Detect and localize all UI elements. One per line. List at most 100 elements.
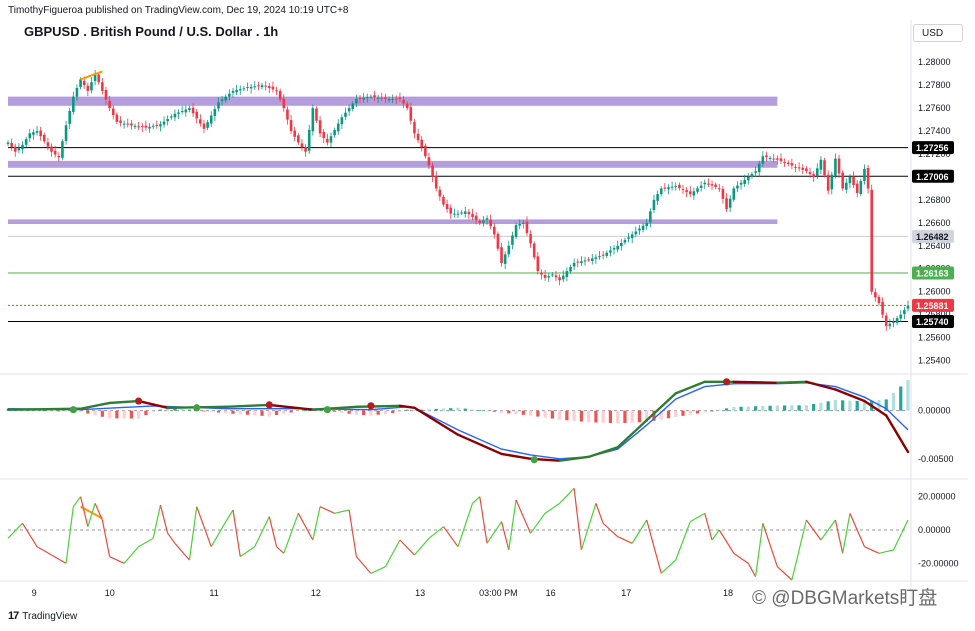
signal-line-segment (732, 380, 779, 384)
watermark: © @DBGMarkets盯盘 (752, 588, 938, 609)
macd-histogram-bar (558, 410, 562, 420)
macd-histogram-bar (703, 410, 707, 413)
candle-body (474, 215, 478, 220)
candle-body (53, 150, 57, 155)
macd-histogram-bar (398, 410, 402, 413)
crossover-marker (135, 397, 143, 405)
candle-body (395, 98, 398, 100)
candle-body (540, 272, 543, 275)
candle-body (823, 160, 826, 176)
candle-body (61, 141, 64, 158)
macd-histogram-bar (594, 410, 598, 423)
macd-tick-label: 0.00000 (918, 406, 951, 416)
candle-body (119, 120, 122, 123)
candle-body (699, 185, 703, 188)
candle-body (667, 187, 670, 190)
macd-histogram-bar (391, 410, 395, 414)
macd-histogram-bar (630, 410, 634, 423)
candle-body (64, 125, 68, 141)
crossover-marker (367, 402, 375, 410)
oscillator-tick-label: -20.00000 (918, 558, 959, 568)
supply-demand-zone (8, 219, 778, 224)
candle-body (326, 138, 329, 143)
macd-histogram-bar (724, 408, 729, 411)
candle-body (561, 275, 565, 280)
candle-body (209, 115, 213, 124)
candle-body (10, 142, 13, 148)
candle-body (180, 110, 184, 112)
candle-body (776, 158, 779, 160)
price-tick-label: 1.27400 (918, 126, 951, 136)
candle-body (492, 226, 496, 235)
time-tick-label: 11 (209, 588, 218, 598)
macd-histogram-bar (93, 410, 97, 416)
macd-histogram-bar (855, 400, 859, 411)
candle-body (206, 122, 209, 128)
candle-body (634, 231, 638, 235)
macd-histogram-bar (492, 410, 496, 412)
candle-body (297, 135, 300, 143)
candle-body (79, 79, 82, 88)
oscillator-line-segment (472, 496, 481, 504)
macd-histogram-bar (812, 403, 816, 411)
candle-body (681, 189, 685, 191)
candle-body (590, 258, 594, 261)
oscillator-line-segment (776, 566, 793, 581)
candle-body (416, 133, 420, 141)
candle-body (554, 275, 558, 278)
macd-histogram-bar (499, 410, 504, 413)
candle-body (870, 189, 874, 292)
candle-body (616, 245, 619, 250)
oscillator-line-segment (348, 509, 357, 557)
candle-body (547, 276, 551, 278)
candle-body (772, 158, 776, 160)
macd-histogram-bar (354, 410, 358, 415)
candle-body (514, 225, 518, 237)
candle-body (362, 97, 365, 100)
candle-body (652, 199, 656, 210)
candle-body (797, 167, 801, 169)
macd-histogram-bar (202, 410, 206, 412)
candle-body (725, 198, 728, 210)
macd-histogram-bar (891, 392, 896, 411)
candle-body (895, 318, 899, 323)
candle-body (877, 296, 881, 304)
oscillator-line-segment (878, 549, 894, 554)
candle-body (460, 212, 463, 214)
macd-histogram-bar (434, 408, 438, 411)
macd-histogram-bar (405, 409, 409, 411)
macd-histogram-bar (768, 405, 772, 411)
candle-body (431, 165, 434, 177)
candle-body (837, 158, 841, 174)
candle-body (253, 86, 257, 88)
signal-line-segment (616, 419, 648, 449)
oscillator-line-segment (660, 559, 677, 574)
candle-body (238, 89, 242, 91)
candle-body (522, 222, 525, 224)
tradingview-brand[interactable]: 17 TradingView (8, 610, 77, 622)
candle-body (485, 218, 489, 220)
candle-body (866, 167, 870, 189)
oscillator-line-segment (675, 521, 691, 561)
candle-body (151, 125, 155, 127)
candle-body (166, 119, 169, 122)
candle-body (318, 120, 322, 134)
macd-histogram-bar (717, 409, 721, 411)
candle-body (213, 108, 217, 117)
candle-body (703, 182, 707, 185)
oscillator-line-segment (65, 506, 74, 564)
candle-body (765, 155, 768, 158)
macd-histogram-bar (746, 406, 750, 411)
candle-body (659, 188, 663, 195)
chart-canvas[interactable]: 1.280001.278001.276001.274001.272001.270… (0, 0, 975, 631)
candle-body (674, 186, 678, 188)
candle-body (638, 228, 641, 231)
candle-body (805, 168, 808, 172)
candle-body (340, 117, 344, 125)
candle-body (137, 126, 140, 128)
macd-histogram-bar (753, 406, 758, 411)
candle-body (845, 182, 848, 190)
candle-body (126, 123, 130, 125)
candle-body (202, 123, 206, 129)
oscillator-line-segment (791, 519, 807, 581)
